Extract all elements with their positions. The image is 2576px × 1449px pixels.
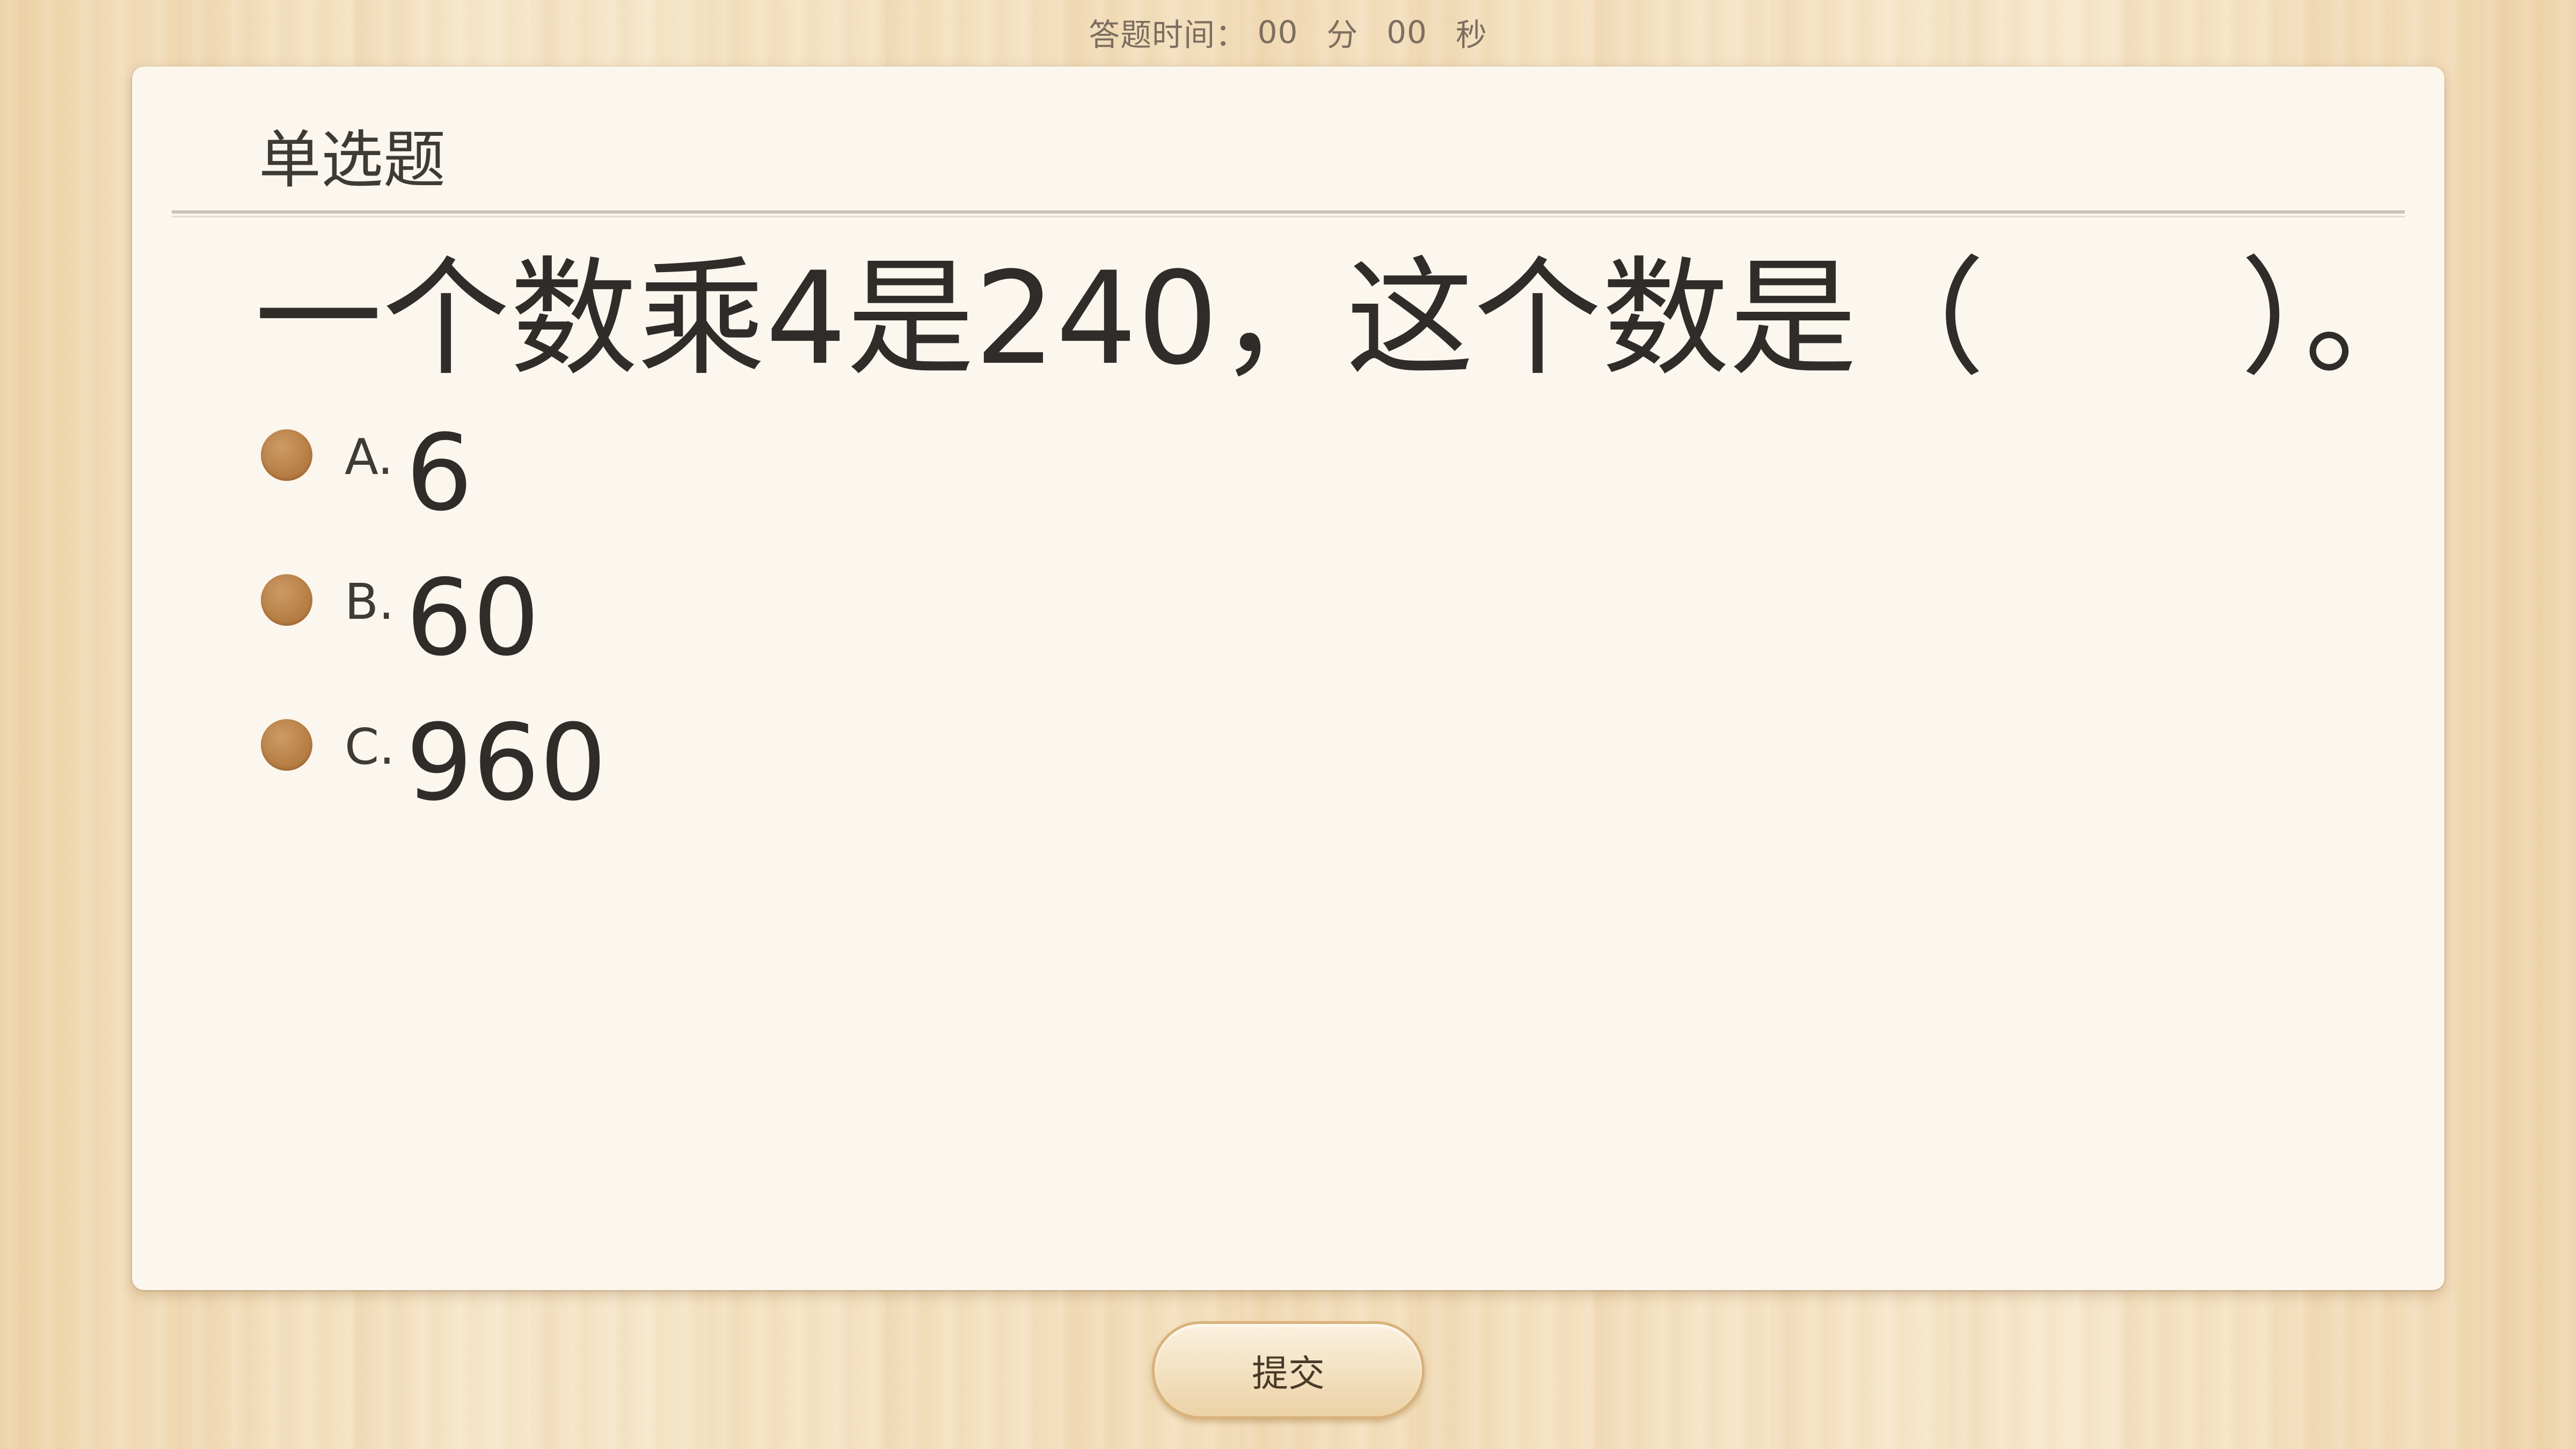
- timer-minutes-unit: 分: [1326, 17, 1359, 53]
- question-card: 单选题 一个数乘4是240，这个数是（ ）。 A. 6 B. 60 C. 960: [132, 67, 2444, 1290]
- option-letter: B.: [345, 573, 395, 631]
- radio-icon[interactable]: [261, 719, 312, 771]
- radio-icon[interactable]: [261, 429, 312, 481]
- option-value: 60: [406, 557, 540, 679]
- answer-timer: 答题时间： 00 分 00 秒: [0, 10, 2576, 55]
- timer-minutes: 00: [1257, 14, 1298, 50]
- question-type-title: 单选题: [259, 124, 446, 196]
- option-letter: C.: [345, 718, 395, 775]
- timer-seconds: 00: [1386, 14, 1427, 50]
- radio-icon[interactable]: [261, 574, 312, 626]
- submit-button[interactable]: 提交: [1152, 1321, 1425, 1419]
- header-divider: [172, 210, 2405, 217]
- timer-seconds-unit: 秒: [1455, 17, 1487, 53]
- option-value: 6: [406, 412, 473, 535]
- option-letter: A.: [345, 428, 393, 486]
- timer-label: 答题时间：: [1089, 17, 1247, 53]
- option-value: 960: [406, 702, 607, 824]
- question-text: 一个数乘4是240，这个数是（ ）。: [254, 245, 2432, 393]
